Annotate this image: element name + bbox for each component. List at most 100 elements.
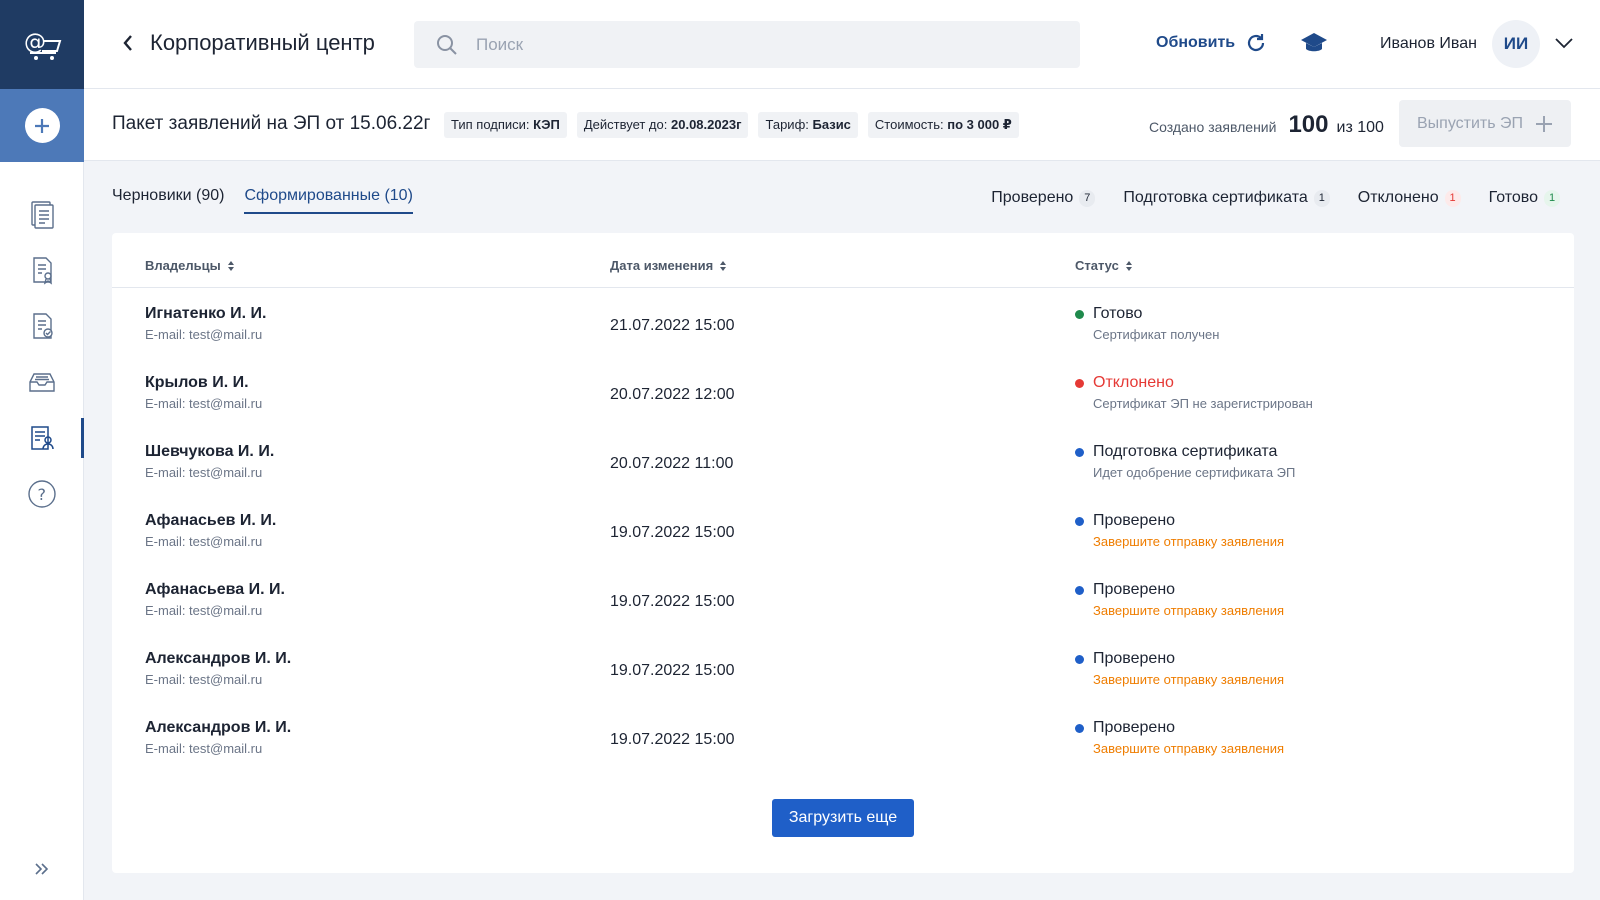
help-icon: ? — [28, 480, 56, 508]
table-row[interactable]: Александров И. И. E-mail: test@mail.ru 19.… — [112, 650, 1574, 720]
load-more-button[interactable]: Загрузить еще — [772, 799, 914, 837]
sort-icon — [1125, 260, 1132, 271]
counter-rejected[interactable]: Отклонено 1 — [1358, 189, 1461, 207]
chip-cost: Стоимость: по 3 000 ₽ — [867, 112, 1019, 138]
counter-checked[interactable]: Проверено 7 — [991, 189, 1096, 207]
status-cell: Отклонено Сертификат ЭП не зарегистрирова… — [1075, 374, 1313, 411]
plus-icon — [24, 108, 60, 143]
sidebar-item-archive[interactable] — [0, 354, 84, 410]
counter-ready[interactable]: Готово 1 — [1489, 189, 1560, 207]
status-cell: Проверено Завершите отправку заявления — [1075, 512, 1284, 549]
issue-signature-button[interactable]: Выпустить ЭП — [1399, 100, 1571, 147]
status-subtext: Сертификат получен — [1093, 327, 1220, 342]
column-owners[interactable]: Владельцы — [145, 258, 235, 273]
owner-email: E-mail: test@mail.ru — [145, 672, 263, 687]
back-button[interactable] — [122, 34, 134, 57]
refresh-button[interactable]: Обновить — [1156, 32, 1267, 54]
counter-label: Подготовка сертификата — [1123, 189, 1308, 206]
sidebar-nav: ? — [0, 186, 84, 522]
sidebar: @ ? — [0, 0, 84, 900]
status-text: Проверено — [1093, 581, 1176, 598]
tab-formed[interactable]: Сформированные (10) — [244, 187, 413, 214]
sidebar-item-documents[interactable] — [0, 186, 84, 242]
column-status[interactable]: Статус — [1075, 258, 1133, 273]
chip-value: Базис — [812, 117, 851, 132]
sidebar-item-help[interactable]: ? — [0, 466, 84, 522]
table-row[interactable]: Афанасьев И. И. E-mail: test@mail.ru 19.07… — [112, 512, 1574, 582]
modified-date: 19.07.2022 15:00 — [610, 593, 735, 610]
chip-label: Тип подписи: — [451, 117, 530, 132]
owner-name: Александров И. И. — [145, 650, 292, 667]
status-subtext: Завершите отправку заявления — [1093, 672, 1285, 687]
counter-badge: 1 — [1544, 189, 1560, 207]
graduation-cap-icon — [1301, 33, 1327, 52]
chevron-left-icon — [123, 35, 132, 51]
column-date[interactable]: Дата изменения — [610, 258, 727, 273]
tab-drafts[interactable]: Черновики (90) — [112, 187, 224, 214]
user-name[interactable]: Иванов Иван — [1380, 35, 1477, 53]
status-dot — [1075, 378, 1084, 388]
sidebar-item-checked[interactable] — [0, 298, 84, 354]
owner-cell: Александров И. И. E-mail: test@mail.ru — [145, 650, 291, 687]
status-subtext: Завершите отправку заявления — [1093, 741, 1285, 756]
plus-icon — [1536, 115, 1553, 132]
table-header: Владельцы Дата изменения Статус — [112, 233, 1574, 288]
owner-name: Игнатенко И. И. — [145, 305, 267, 322]
status-cell: Проверено Завершите отправку заявления — [1075, 581, 1284, 618]
avatar[interactable]: ИИ — [1492, 20, 1540, 68]
status-cell: Проверено Завершите отправку заявления — [1075, 719, 1284, 756]
status-label: Подготовка сертификата — [1075, 443, 1295, 461]
chevron-down-icon — [1555, 38, 1573, 49]
svg-text:?: ? — [38, 485, 47, 504]
column-label: Статус — [1075, 258, 1119, 273]
status-text: Подготовка сертификата — [1093, 443, 1278, 460]
chip-value: КЭП — [533, 117, 560, 132]
create-button[interactable] — [0, 89, 84, 162]
sidebar-expand-button[interactable] — [0, 862, 84, 876]
documents-icon — [31, 201, 54, 229]
sort-icon — [720, 260, 727, 271]
table-row[interactable]: Крылов И. И. E-mail: test@mail.ru 20.07.20… — [112, 374, 1574, 444]
sidebar-item-certificates[interactable] — [0, 242, 84, 298]
package-title: Пакет заявлений на ЭП от 15.06.22г — [112, 113, 431, 134]
status-subtext: Завершите отправку заявления — [1093, 603, 1285, 618]
owner-email: E-mail: test@mail.ru — [145, 396, 263, 411]
logo[interactable]: @ — [0, 0, 84, 89]
cart-logo-icon: @ — [24, 30, 62, 60]
status-text: Проверено — [1093, 512, 1176, 529]
top-header: Корпоративный центр Обновить Иванов Иван… — [84, 0, 1600, 89]
issue-button-label: Выпустить ЭП — [1416, 114, 1524, 132]
modified-date: 20.07.2022 11:00 — [610, 455, 734, 472]
chip-label: Тариф: — [765, 117, 809, 132]
package-chips: Тип подписи: КЭП Действует до: 20.08.202… — [444, 112, 1019, 138]
counter-label: Проверено — [991, 189, 1074, 206]
status-counters: Проверено 7 Подготовка сертификата 1 Откло… — [991, 189, 1560, 207]
owner-name: Шевчукова И. И. — [145, 443, 275, 460]
modified-date: 19.07.2022 15:00 — [610, 662, 735, 679]
archive-icon — [29, 373, 55, 392]
owner-cell: Шевчукова И. И. E-mail: test@mail.ru — [145, 443, 274, 480]
chip-tariff: Тариф: Базис — [758, 112, 858, 138]
education-button[interactable] — [1300, 30, 1328, 61]
table-row[interactable]: Шевчукова И. И. E-mail: test@mail.ru 20.07… — [112, 443, 1574, 513]
counter-preparing[interactable]: Подготовка сертификата 1 — [1123, 189, 1330, 207]
table-row[interactable]: Игнатенко И. И. E-mail: test@mail.ru 21.07… — [112, 305, 1574, 375]
table-row[interactable]: Афанасьева И. И. E-mail: test@mail.ru 19.0… — [112, 581, 1574, 651]
certificate-doc-icon — [33, 257, 53, 285]
owner-cell: Крылов И. И. E-mail: test@mail.ru — [145, 374, 262, 411]
status-cell: Готово Сертификат получен — [1075, 305, 1219, 342]
status-dot — [1075, 447, 1084, 457]
column-label: Владельцы — [145, 258, 221, 273]
sort-icon — [227, 260, 234, 271]
status-label: Готово — [1075, 305, 1219, 323]
created-of: из 100 — [1336, 119, 1384, 136]
counter-label: Отклонено — [1357, 189, 1439, 206]
sidebar-item-requests[interactable] — [0, 410, 84, 466]
chip-label: Стоимость: — [874, 117, 944, 132]
user-menu-button[interactable] — [1554, 36, 1574, 54]
search-input[interactable] — [476, 21, 1056, 68]
table-row[interactable]: Александров И. И. E-mail: test@mail.ru 19.… — [112, 719, 1574, 789]
modified-date: 19.07.2022 15:00 — [610, 524, 735, 541]
search-box[interactable] — [414, 21, 1080, 68]
owner-cell: Афанасьев И. И. E-mail: test@mail.ru — [145, 512, 276, 549]
